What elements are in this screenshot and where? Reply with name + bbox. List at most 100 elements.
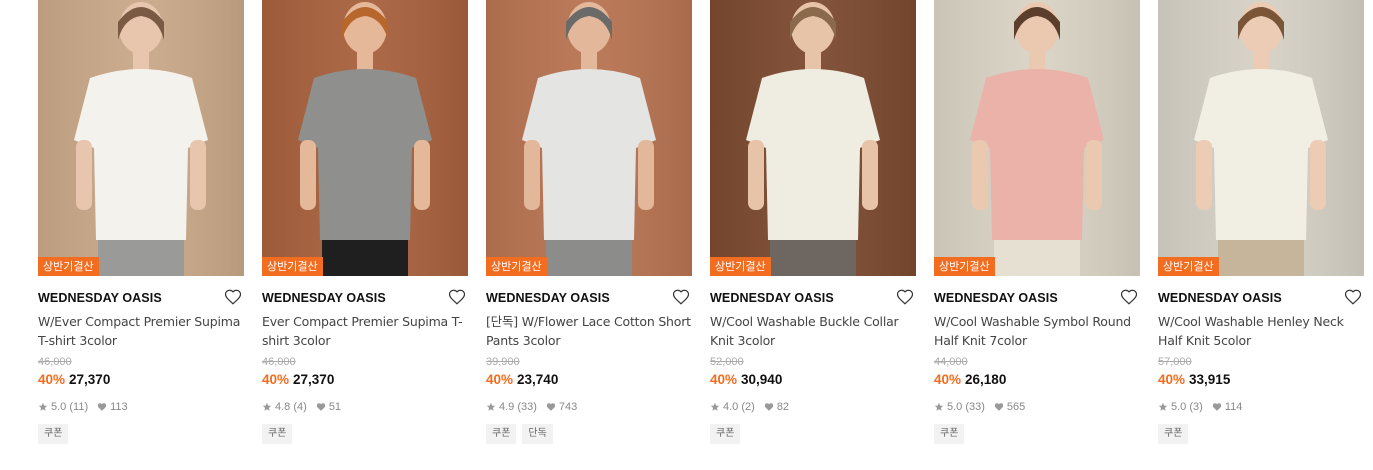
product-name[interactable]: W/Cool Washable Symbol Round Half Knit 7… <box>934 312 1140 350</box>
price-row: 40% 27,370 <box>262 371 468 389</box>
review-count: (2) <box>741 401 755 413</box>
rating-group: 5.0 (11) <box>38 400 88 414</box>
promo-badge: 상반기결산 <box>710 257 771 276</box>
tag-chip: 쿠폰 <box>38 424 69 444</box>
review-count: (3) <box>1189 401 1203 413</box>
brand-name[interactable]: WEDNESDAY OASIS <box>38 290 244 306</box>
sale-price: 27,370 <box>293 372 335 387</box>
promo-badge: 상반기결산 <box>1158 257 1219 276</box>
rating-value: 4.0 <box>723 401 739 413</box>
price-row: 40% 33,915 <box>1158 371 1364 389</box>
promo-badge: 상반기결산 <box>486 257 547 276</box>
likes-group: 113 <box>97 400 128 414</box>
review-count: (11) <box>69 401 89 413</box>
likes-group: 82 <box>764 400 789 414</box>
original-price: 44,000 <box>934 356 968 368</box>
brand-name[interactable]: WEDNESDAY OASIS <box>1158 290 1364 306</box>
discount-rate: 40% <box>934 372 962 387</box>
rating-value: 5.0 <box>1171 401 1187 413</box>
star-icon <box>934 402 944 411</box>
product-image[interactable]: 상반기결산 <box>38 0 244 276</box>
discount-rate: 40% <box>262 372 290 387</box>
original-price: 52,000 <box>710 356 744 368</box>
tag-list: 쿠폰 <box>710 424 916 444</box>
rating-group: 5.0 (3) <box>1158 400 1203 414</box>
product-name[interactable]: W/Ever Compact Premier Supima T-shirt 3c… <box>38 312 244 350</box>
price-row: 40% 26,180 <box>934 371 1140 389</box>
product-image[interactable]: 상반기결산 <box>262 0 468 276</box>
product-card[interactable]: 상반기결산 WEDNESDAY OASIS [단독] W/Flower Lace… <box>486 0 692 444</box>
tag-list: 쿠폰 <box>1158 424 1364 444</box>
tag-chip: 쿠폰 <box>710 424 741 444</box>
product-image[interactable]: 상반기결산 <box>486 0 692 276</box>
product-name[interactable]: W/Cool Washable Henley Neck Half Knit 5c… <box>1158 312 1364 350</box>
sale-price: 26,180 <box>965 372 1007 387</box>
discount-rate: 40% <box>1158 372 1186 387</box>
review-count: (4) <box>293 401 307 413</box>
sale-price: 27,370 <box>69 372 111 387</box>
tag-chip: 쿠폰 <box>262 424 293 444</box>
brand-name[interactable]: WEDNESDAY OASIS <box>262 290 468 306</box>
tag-chip: 쿠폰 <box>1158 424 1189 444</box>
product-card[interactable]: 상반기결산 WEDNESDAY OASIS Ever Compact Premi… <box>262 0 468 444</box>
tag-chip: 쿠폰 <box>486 424 517 444</box>
heart-icon <box>994 403 1004 411</box>
heart-icon <box>1212 403 1221 411</box>
price-row: 40% 27,370 <box>38 371 244 389</box>
product-photo <box>486 0 692 276</box>
rating-group: 4.0 (2) <box>710 400 755 414</box>
promo-badge: 상반기결산 <box>262 257 323 276</box>
product-image[interactable]: 상반기결산 <box>934 0 1140 276</box>
product-grid: 상반기결산 WEDNESDAY OASIS W/Ever Compact Pre… <box>0 0 1373 470</box>
product-card[interactable]: 상반기결산 WEDNESDAY OASIS W/Cool Washable Sy… <box>934 0 1140 444</box>
product-stats: 5.0 (11) 113 <box>38 400 244 414</box>
sale-price: 23,740 <box>517 372 559 387</box>
product-card[interactable]: 상반기결산 WEDNESDAY OASIS W/Ever Compact Pre… <box>38 0 244 444</box>
wishlist-heart-icon[interactable] <box>896 288 914 306</box>
wishlist-heart-icon[interactable] <box>1344 288 1362 306</box>
likes-group: 565 <box>994 400 1025 414</box>
tag-list: 쿠폰 <box>262 424 468 444</box>
heart-icon <box>546 403 556 411</box>
star-icon <box>1158 402 1168 411</box>
discount-rate: 40% <box>38 372 66 387</box>
rating-value: 4.8 <box>275 401 291 413</box>
product-image[interactable]: 상반기결산 <box>710 0 916 276</box>
product-photo <box>262 0 468 276</box>
product-stats: 4.8 (4) 51 <box>262 400 468 414</box>
product-name[interactable]: Ever Compact Premier Supima T-shirt 3col… <box>262 312 468 350</box>
wishlist-heart-icon[interactable] <box>448 288 466 306</box>
wishlist-heart-icon[interactable] <box>672 288 690 306</box>
product-stats: 5.0 (33) 565 <box>934 400 1140 414</box>
price-row: 40% 30,940 <box>710 371 916 389</box>
heart-icon <box>316 403 325 411</box>
star-icon <box>262 402 272 411</box>
rating-value: 4.9 <box>499 401 515 413</box>
product-image[interactable]: 상반기결산 <box>1158 0 1364 276</box>
brand-name[interactable]: WEDNESDAY OASIS <box>486 290 692 306</box>
rating-group: 4.9 (33) <box>486 400 537 414</box>
likes-group: 114 <box>1212 400 1242 414</box>
original-price: 39,900 <box>486 356 520 368</box>
tag-list: 쿠폰 <box>38 424 244 444</box>
brand-name[interactable]: WEDNESDAY OASIS <box>934 290 1140 306</box>
promo-badge: 상반기결산 <box>38 257 99 276</box>
like-count: 743 <box>558 401 578 413</box>
heart-icon <box>97 403 107 411</box>
star-icon <box>710 402 720 411</box>
wishlist-heart-icon[interactable] <box>1120 288 1138 306</box>
original-price: 46,000 <box>38 356 72 368</box>
price-row: 40% 23,740 <box>486 371 692 389</box>
review-count: (33) <box>965 401 985 413</box>
brand-name[interactable]: WEDNESDAY OASIS <box>710 290 916 306</box>
tag-chip: 단독 <box>522 424 553 444</box>
product-name[interactable]: W/Cool Washable Buckle Collar Knit 3colo… <box>710 312 916 350</box>
sale-price: 33,915 <box>1189 372 1231 387</box>
likes-group: 51 <box>316 400 341 414</box>
rating-value: 5.0 <box>947 401 963 413</box>
product-name[interactable]: [단독] W/Flower Lace Cotton Short Pants 3c… <box>486 312 692 350</box>
product-card[interactable]: 상반기결산 WEDNESDAY OASIS W/Cool Washable He… <box>1158 0 1364 444</box>
tag-chip: 쿠폰 <box>934 424 965 444</box>
product-card[interactable]: 상반기결산 WEDNESDAY OASIS W/Cool Washable Bu… <box>710 0 916 444</box>
wishlist-heart-icon[interactable] <box>224 288 242 306</box>
